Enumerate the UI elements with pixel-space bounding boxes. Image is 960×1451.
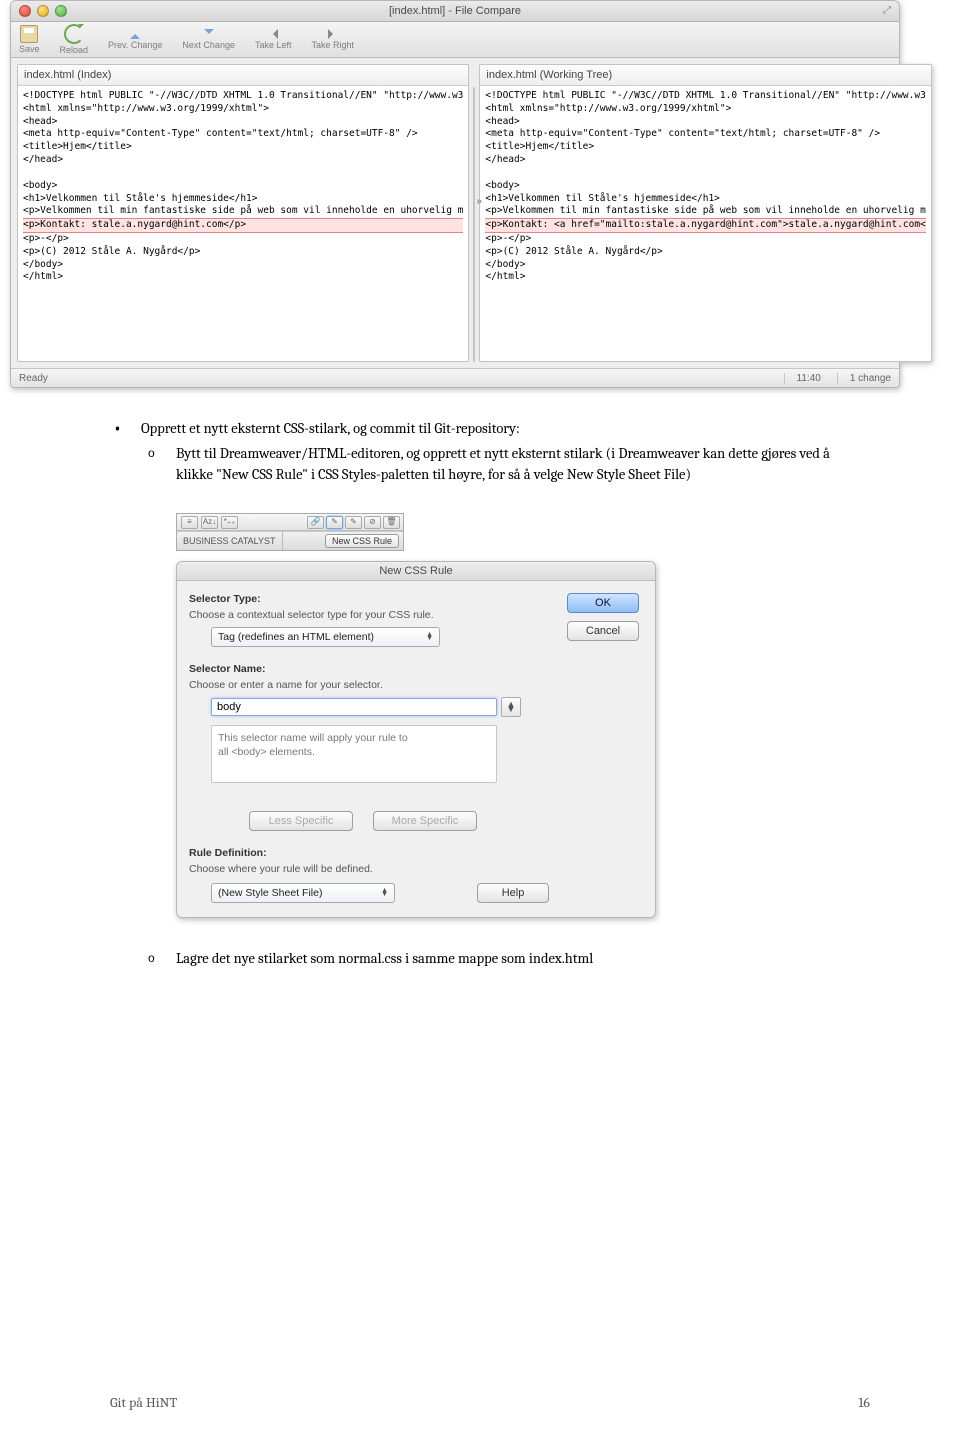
cancel-button[interactable]: Cancel xyxy=(567,621,639,641)
more-specific-button[interactable]: More Specific xyxy=(373,811,477,831)
rule-definition-label: Rule Definition: xyxy=(189,847,549,859)
left-pane-header: index.html (Index) xyxy=(18,65,468,86)
bullet-level2: o Lagre det nye stilarket som normal.css… xyxy=(110,948,870,969)
file-compare-window: [index.html] - File Compare ⤢ Save Reloa… xyxy=(10,0,900,388)
toolbar: Save Reload Prev. Change Next Change Tak… xyxy=(11,22,899,58)
disable-rule-icon[interactable]: ⊘ xyxy=(364,516,381,529)
palette-cascade-icon[interactable]: *₊₊ xyxy=(221,516,238,529)
cursor-position: 11:40 xyxy=(784,373,821,384)
status-bar: Ready 11:40 1 change xyxy=(11,368,899,387)
bullet-icon: o xyxy=(148,948,176,969)
selector-stepper-icon[interactable]: ▲▼ xyxy=(501,697,521,717)
help-button[interactable]: Help xyxy=(477,883,549,903)
selector-type-desc: Choose a contextual selector type for yo… xyxy=(189,609,549,621)
bullet-icon: o xyxy=(148,443,176,485)
page-number: 16 xyxy=(858,1394,870,1411)
reload-button[interactable]: Reload xyxy=(60,24,89,55)
css-styles-palette: ≡ Aᴢ↓ *₊₊ 🔗 ✎ ✎ ⊘ 🗑 BUSINESS CATALYST Ne… xyxy=(176,513,404,551)
edit-rule-icon[interactable]: ✎ xyxy=(345,516,362,529)
change-count: 1 change xyxy=(837,373,891,384)
left-diff-line: <p>Kontakt: stale.a.nygard@hint.com</p> xyxy=(23,218,463,233)
right-pane-header: index.html (Working Tree) xyxy=(480,65,930,86)
fullscreen-icon[interactable]: ⤢ xyxy=(881,5,893,17)
selector-type-dropdown[interactable]: Tag (redefines an HTML element) ▲▼ xyxy=(211,627,440,647)
left-code[interactable]: <!DOCTYPE html PUBLIC "-//W3C//DTD XHTML… xyxy=(18,86,468,361)
next-change-button[interactable]: Next Change xyxy=(182,29,235,50)
palette-sort-icon[interactable]: ≡ xyxy=(181,516,198,529)
new-css-rule-icon[interactable]: ✎ xyxy=(326,516,343,529)
palette-az-icon[interactable]: Aᴢ↓ xyxy=(201,516,218,529)
bullet-icon: • xyxy=(110,418,141,439)
rule-definition-dropdown[interactable]: (New Style Sheet File) ▲▼ xyxy=(211,883,395,903)
new-css-rule-dialog: New CSS Rule Selector Type: Choose a con… xyxy=(176,561,656,918)
attach-stylesheet-icon[interactable]: 🔗 xyxy=(307,516,324,529)
center-gutter: » xyxy=(473,64,475,362)
less-specific-button[interactable]: Less Specific xyxy=(249,811,353,831)
selector-name-desc: Choose or enter a name for your selector… xyxy=(189,679,549,691)
save-button[interactable]: Save xyxy=(19,25,40,54)
page-footer: Git på HiNT 16 xyxy=(110,1394,870,1411)
left-pane: index.html (Index) <!DOCTYPE html PUBLIC… xyxy=(17,64,469,362)
bullet-level1: • Opprett et nytt eksternt CSS-stilark, … xyxy=(110,418,870,439)
footer-left: Git på HiNT xyxy=(110,1394,177,1411)
dialog-title: New CSS Rule xyxy=(177,562,655,580)
window-title: [index.html] - File Compare xyxy=(11,5,899,17)
take-right-button[interactable]: Take Right xyxy=(312,29,355,50)
right-pane: index.html (Working Tree) <!DOCTYPE html… xyxy=(479,64,931,362)
new-css-rule-tooltip: New CSS Rule xyxy=(325,534,399,548)
selector-type-label: Selector Type: xyxy=(189,593,549,605)
delete-rule-icon[interactable]: 🗑 xyxy=(383,516,400,529)
palette-tab[interactable]: BUSINESS CATALYST xyxy=(177,532,283,550)
window-titlebar: [index.html] - File Compare ⤢ xyxy=(11,1,899,22)
selector-name-input[interactable] xyxy=(211,698,497,716)
right-code[interactable]: <!DOCTYPE html PUBLIC "-//W3C//DTD XHTML… xyxy=(480,86,930,361)
selector-hint: This selector name will apply your rule … xyxy=(211,725,497,783)
right-diff-line: <p>Kontakt: <a href="mailto:stale.a.nyga… xyxy=(485,218,925,233)
bullet-level2: o Bytt til Dreamweaver/HTML-editoren, og… xyxy=(110,443,870,485)
chevron-updown-icon: ▲▼ xyxy=(381,889,388,897)
selector-name-label: Selector Name: xyxy=(189,663,549,675)
status-text: Ready xyxy=(19,373,48,384)
ok-button[interactable]: OK xyxy=(567,593,639,613)
take-left-button[interactable]: Take Left xyxy=(255,29,292,50)
rule-definition-desc: Choose where your rule will be defined. xyxy=(189,863,549,875)
prev-change-button[interactable]: Prev. Change xyxy=(108,29,162,50)
chevron-updown-icon: ▲▼ xyxy=(426,633,433,641)
